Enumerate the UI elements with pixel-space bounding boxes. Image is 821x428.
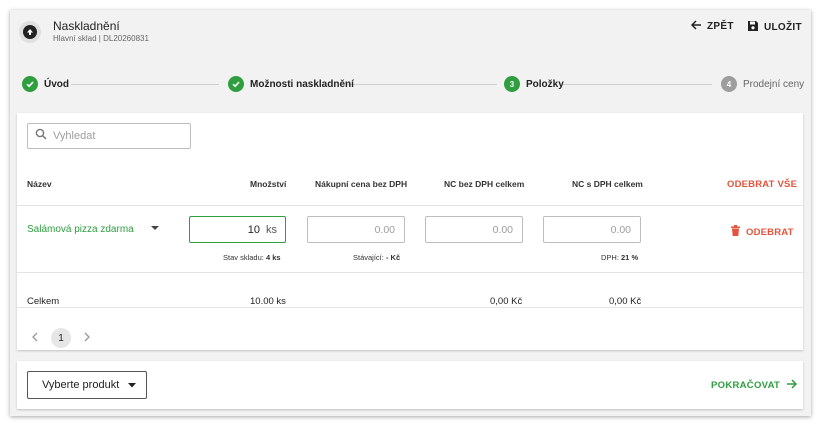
chevron-right-icon[interactable] [83, 332, 91, 345]
save-button-label: ULOŽIT [764, 22, 802, 33]
column-header-nc-with-vat: NC s DPH celkem [572, 179, 643, 189]
totals-label: Celkem [27, 296, 60, 307]
save-button[interactable]: ULOŽIT [747, 20, 802, 35]
divider [17, 272, 803, 273]
check-icon [228, 76, 244, 92]
caret-down-icon[interactable] [151, 226, 159, 230]
step-label: Prodejní ceny [743, 78, 805, 90]
save-icon [747, 20, 759, 35]
trash-icon [731, 225, 740, 239]
stepper-connector [71, 84, 219, 85]
select-product-label: Vyberte produkt [42, 379, 120, 391]
column-header-name: Název [27, 179, 52, 189]
nc-with-vat-total-input[interactable]: 0.00 [543, 216, 641, 243]
step-label: Položky [526, 78, 564, 90]
caret-down-icon [128, 379, 137, 391]
step-label: Úvod [44, 78, 69, 90]
quantity-value: 10 [247, 223, 260, 236]
column-header-purchase-price: Nákupní cena bez DPH [315, 179, 408, 189]
page-header: Naskladnění Hlavní sklad | DL20260831 ZP… [10, 10, 811, 55]
remove-item-label: ODEBRAT [746, 226, 794, 238]
chevron-left-icon[interactable] [31, 332, 39, 345]
app-window: Naskladnění Hlavní sklad | DL20260831 ZP… [10, 10, 811, 416]
page-title: Naskladnění [53, 19, 120, 33]
totals-nc-without-vat: 0,00 Kč [490, 296, 523, 307]
step-number-badge: 3 [504, 76, 520, 92]
divider [17, 307, 803, 308]
quantity-input[interactable]: 10 ks [189, 216, 286, 243]
footer-card: Vyberte produkt POKRAČOVAT [17, 361, 803, 409]
existing-price-hint: Stávající: - Kč [353, 253, 400, 262]
column-header-nc-without-vat: NC bez DPH celkem [444, 179, 525, 189]
stepper-connector [347, 84, 497, 85]
back-button-label: ZPĚT [707, 21, 734, 32]
stock-hint-label: Stav skladu: [223, 253, 264, 262]
product-name-link[interactable]: Salámová pizza zdarma [27, 224, 134, 235]
totals-nc-with-vat: 0,00 Kč [609, 296, 642, 307]
nc-without-vat-total-input[interactable]: 0.00 [425, 216, 523, 243]
page-number-current[interactable]: 1 [51, 328, 71, 348]
up-button[interactable] [19, 21, 41, 43]
search-field[interactable] [27, 123, 191, 149]
search-icon [35, 127, 47, 145]
step-label: Možnosti naskladnění [250, 78, 354, 90]
remove-all-button[interactable]: ODEBRAT VŠE [727, 179, 797, 190]
pagination: 1 [31, 328, 91, 348]
divider [17, 205, 803, 206]
step-number-badge: 4 [721, 76, 737, 92]
vat-hint-value: 21 % [621, 253, 639, 262]
stepper: Úvod Možnosti naskladnění 3 Položky 4 Pr… [10, 72, 811, 98]
back-button[interactable]: ZPĚT [690, 20, 734, 33]
existing-hint-value: - Kč [385, 253, 401, 262]
step-moznosti-naskladneni[interactable]: Možnosti naskladnění [228, 76, 354, 92]
stock-hint: Stav skladu: 4 ks [223, 253, 281, 262]
step-uvod[interactable]: Úvod [22, 76, 69, 92]
vat-hint-label: DPH: [601, 253, 619, 262]
arrow-left-icon [690, 20, 702, 33]
quantity-unit: ks [266, 223, 277, 236]
stepper-connector [562, 84, 712, 85]
continue-button[interactable]: POKRAČOVAT [711, 379, 798, 392]
arrow-up-icon [23, 25, 37, 39]
arrow-right-icon [786, 379, 798, 392]
step-polozky[interactable]: 3 Položky [504, 76, 564, 92]
existing-hint-label: Stávající: [353, 253, 384, 262]
purchase-price-input[interactable]: 0.00 [307, 216, 405, 243]
remove-item-button[interactable]: ODEBRAT [731, 225, 794, 239]
search-input[interactable] [53, 130, 173, 142]
stock-hint-value: 4 ks [265, 253, 281, 262]
page-subtitle: Hlavní sklad | DL20260831 [53, 34, 149, 43]
items-card: Název Množství Nákupní cena bez DPH NC b… [17, 113, 803, 350]
vat-hint: DPH: 21 % [601, 253, 638, 262]
column-header-quantity: Množství [250, 179, 287, 189]
check-icon [22, 76, 38, 92]
step-prodejni-ceny[interactable]: 4 Prodejní ceny [721, 76, 804, 92]
continue-label: POKRAČOVAT [711, 380, 781, 391]
select-product-button[interactable]: Vyberte produkt [27, 371, 147, 399]
totals-quantity: 10.00 ks [250, 296, 286, 307]
